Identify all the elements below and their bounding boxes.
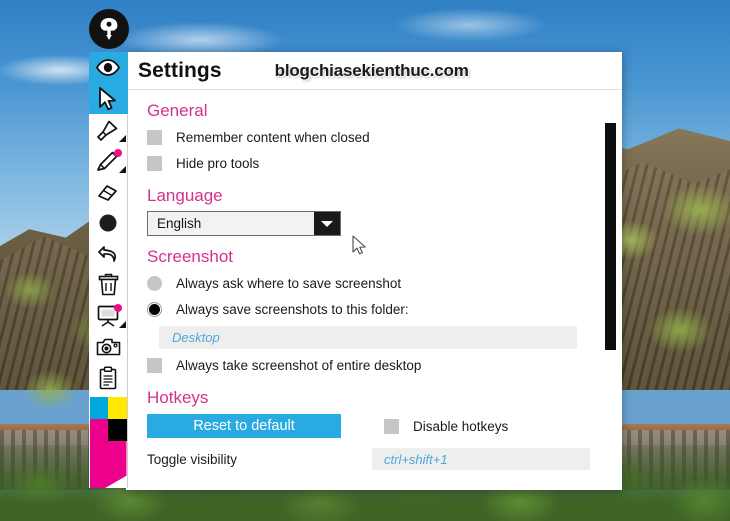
option-label: Always ask where to save screenshot (176, 275, 402, 291)
color-palette[interactable] (89, 397, 127, 488)
option-label: Remember content when closed (176, 129, 370, 145)
language-select[interactable]: English (147, 211, 341, 236)
option-label: Disable hotkeys (413, 418, 509, 434)
circle-icon (99, 214, 117, 231)
tool-pencil[interactable] (89, 145, 128, 176)
section-heading-screenshot: Screenshot (147, 247, 233, 266)
folder-path-field[interactable]: Desktop (159, 326, 577, 349)
scrollbar-thumb[interactable] (605, 123, 616, 350)
folder-path-value: Desktop (172, 330, 220, 345)
radio-option-always-ask[interactable]: Always ask where to save screenshot (147, 271, 594, 295)
tool-eye[interactable] (88, 52, 128, 83)
tool-options-triangle-icon (118, 135, 126, 142)
section-heading-general: General (147, 101, 208, 120)
watermark-text: blogchiasekienthuc.com (274, 60, 469, 80)
tool-highlighter[interactable] (89, 114, 128, 145)
clipboard-icon (99, 365, 117, 389)
radio-option-save-to-folder[interactable]: Always save screenshots to this folder: (147, 297, 594, 321)
page-title: Settings (138, 58, 222, 82)
color-swatch-cyan[interactable] (89, 397, 108, 419)
checkbox-remember-content[interactable] (147, 129, 162, 145)
hotkey-entry-value: ctrl+shift+1 (384, 451, 448, 467)
tool-shape[interactable] (89, 207, 128, 238)
app-logo-badge[interactable] (89, 9, 129, 49)
section-heading-language: Language (147, 186, 223, 205)
pen-nib-icon (100, 18, 118, 40)
color-swatch-current[interactable] (89, 441, 127, 488)
color-swatch-yellow[interactable] (108, 397, 127, 419)
settings-scrollbar[interactable] (605, 90, 616, 489)
pencil-color-dot-icon (113, 149, 122, 157)
hotkey-entry-field[interactable]: ctrl+shift+1 (372, 448, 590, 470)
eraser-icon (98, 184, 117, 201)
tool-eraser[interactable] (89, 176, 128, 207)
settings-title-bar: Settings blogchiasekienthuc.com (126, 52, 622, 90)
radio-save-to-folder[interactable] (147, 301, 162, 317)
tool-whiteboard[interactable] (89, 300, 128, 331)
section-heading-hotkeys: Hotkeys (147, 388, 209, 407)
settings-content: General Remember content when closed Hid… (126, 90, 622, 489)
option-entire-desktop[interactable]: Always take screenshot of entire desktop (147, 353, 594, 377)
tool-camera[interactable] (89, 331, 128, 362)
checkbox-disable-hotkeys[interactable] (384, 418, 399, 434)
checkbox-entire-desktop[interactable] (147, 357, 162, 373)
option-label: Always take screenshot of entire desktop (176, 357, 422, 373)
option-label: Always save screenshots to this folder: (176, 301, 409, 317)
cursor-icon (99, 86, 116, 110)
color-swatch-magenta[interactable] (89, 419, 108, 441)
trash-icon (98, 273, 118, 296)
camera-icon (96, 338, 120, 355)
eye-icon (96, 59, 120, 76)
tool-palette[interactable] (88, 52, 128, 488)
option-remember-content[interactable]: Remember content when closed (147, 125, 594, 149)
tool-options-triangle-icon (118, 166, 126, 173)
hotkey-entry-toggle-visibility: Toggle visibility ctrl+shift+1 (147, 448, 594, 470)
color-swatch-black[interactable] (108, 419, 127, 441)
reset-to-default-button[interactable]: Reset to default (147, 414, 341, 438)
whiteboard-badge-dot-icon (113, 304, 122, 312)
checkbox-hide-pro-tools[interactable] (147, 155, 162, 171)
settings-window: Settings blogchiasekienthuc.com General … (126, 52, 622, 490)
tool-clipboard[interactable] (89, 362, 128, 393)
tool-cursor[interactable] (88, 83, 128, 114)
tool-options-triangle-icon (118, 321, 126, 328)
hotkey-entry-label: Toggle visibility (147, 451, 238, 467)
chevron-down-icon[interactable] (314, 212, 340, 235)
option-disable-hotkeys[interactable]: Disable hotkeys (384, 418, 509, 434)
tool-undo[interactable] (89, 238, 128, 269)
tool-trash[interactable] (89, 269, 128, 300)
option-hide-pro-tools[interactable]: Hide pro tools (147, 151, 594, 175)
option-label: Hide pro tools (176, 155, 260, 171)
hotkeys-toolbar: Reset to default Disable hotkeys (147, 414, 594, 438)
undo-icon (97, 245, 116, 262)
radio-always-ask[interactable] (147, 275, 162, 291)
language-selected-value: English (157, 216, 202, 231)
highlighter-icon (97, 120, 118, 141)
